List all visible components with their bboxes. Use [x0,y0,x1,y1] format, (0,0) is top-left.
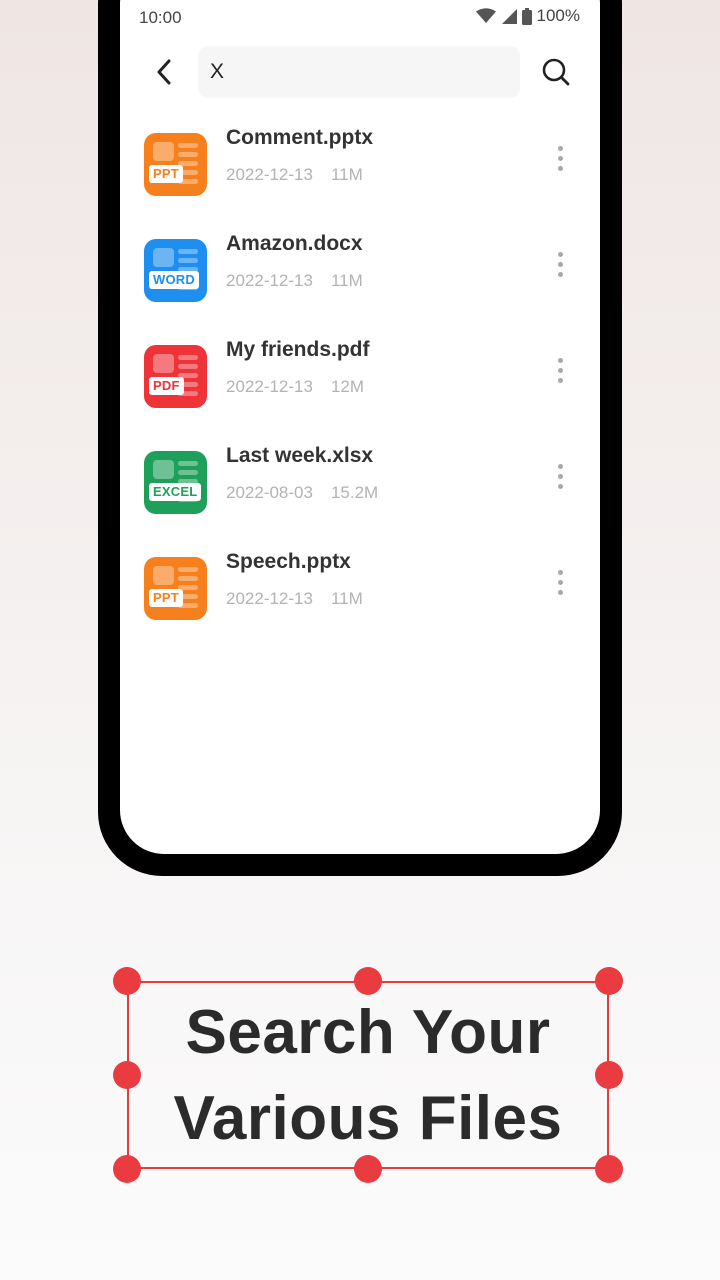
file-name: Amazon.docx [226,232,363,255]
file-meta: 2022-12-13 11M [226,589,363,609]
more-options-button[interactable] [545,141,575,175]
more-vert-icon [557,251,563,257]
file-type-tag: PDF [149,377,184,395]
file-item-comment-pptx[interactable]: PPT Comment.pptx 2022-12-13 11M [120,122,600,228]
file-meta: 2022-12-13 11M [226,165,363,185]
more-vert-icon [557,463,563,469]
file-type-tag: WORD [149,271,199,289]
file-name: Speech.pptx [226,550,351,573]
ppt-file-icon: PPT [144,133,207,196]
battery-percent: 100% [536,6,580,25]
more-options-button[interactable] [545,353,575,387]
back-button[interactable] [146,54,182,90]
file-date: 2022-12-13 [226,271,313,290]
file-size: 11M [330,165,363,184]
file-type-tag: PPT [149,589,183,607]
file-size: 11M [330,271,363,290]
more-vert-icon [557,145,563,151]
status-time: 10:00 [139,8,182,27]
word-file-icon: WORD [144,239,207,302]
promo-caption: Search Your Various Files [127,990,609,1162]
signal-icon [501,9,517,24]
file-size: 15.2M [330,483,379,502]
wifi-icon [475,8,496,23]
more-vert-icon [557,569,563,575]
file-meta: 2022-08-03 15.2M [226,483,378,503]
ppt-file-icon: PPT [144,557,207,620]
file-meta: 2022-12-13 11M [226,271,363,291]
pdf-file-icon: PDF [144,345,207,408]
file-meta: 2022-12-13 12M [226,377,364,397]
battery-icon [521,7,532,25]
file-name: My friends.pdf [226,338,370,361]
status-icons: 100% [475,6,580,26]
file-item-last-week-xlsx[interactable]: EXCEL Last week.xlsx 2022-08-03 15.2M [120,440,600,546]
excel-file-icon: EXCEL [144,451,207,514]
file-date: 2022-12-13 [226,377,313,396]
caption-line-1: Search Your [185,998,551,1067]
search-field[interactable] [198,46,520,98]
more-vert-icon [557,357,563,363]
search-button[interactable] [538,54,574,90]
file-list: PPT Comment.pptx 2022-12-13 11M WORD Amaz… [120,122,600,652]
more-options-button[interactable] [545,565,575,599]
search-input[interactable] [210,60,508,84]
file-item-my-friends-pdf[interactable]: PDF My friends.pdf 2022-12-13 12M [120,334,600,440]
file-name: Last week.xlsx [226,444,374,467]
file-type-tag: EXCEL [149,483,202,501]
file-item-amazon-docx[interactable]: WORD Amazon.docx 2022-12-13 11M [120,228,600,334]
more-options-button[interactable] [545,459,575,493]
status-bar: 10:00 100% [120,0,600,34]
file-item-speech-pptx[interactable]: PPT Speech.pptx 2022-12-13 11M [120,546,600,652]
caption-line-2: Various Files [173,1084,563,1153]
file-size: 11M [330,589,363,608]
file-date: 2022-08-03 [226,483,313,502]
file-date: 2022-12-13 [226,589,313,608]
search-bar [120,46,600,98]
more-options-button[interactable] [545,247,575,281]
file-name: Comment.pptx [226,126,373,149]
phone-screen: 10:00 100% X PPT Comment.pptx 2022-12-13… [120,0,600,854]
file-size: 12M [330,377,365,396]
chevron-left-icon [157,59,171,85]
file-date: 2022-12-13 [226,165,313,184]
file-type-tag: PPT [149,165,183,183]
search-icon [542,58,570,86]
